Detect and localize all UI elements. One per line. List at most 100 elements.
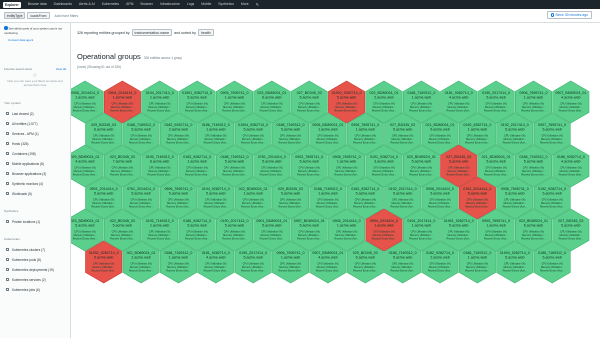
entity-metric-label: Receive Errors (Ave... [465, 205, 490, 208]
entity-name: 0904_2014414_0 [108, 91, 136, 95]
entity-metric-label: Receive Errors (Ave... [166, 205, 191, 208]
entity-metric-label: Receive Errors (Ave... [540, 269, 565, 272]
nav-tab-alerts-ai[interactable]: Alerts & AI [79, 0, 95, 9]
favorites-empty-state: ☆ Now you can save your filters as views … [6, 72, 64, 88]
entity-domain: 5.acme.web [300, 224, 319, 228]
entity-name: 022_BD89024_01 [127, 251, 156, 255]
sidebar-item[interactable]: Kubernetes clusters (7) [0, 245, 70, 255]
entity-metric-label: Receive Errors (Ave... [390, 269, 415, 272]
entity-domain: 5.acme.web [505, 256, 524, 260]
entity-domain: 5.acme.web [131, 192, 150, 196]
entity-domain: 1.acme.web [187, 160, 206, 164]
sidebar-item[interactable]: Last viewed (2) [0, 109, 70, 119]
entity-domain: 6.acme.web [524, 224, 543, 228]
entity-icon [6, 220, 9, 224]
entity-metric-label: Receive Errors (Ave... [204, 205, 229, 208]
entity-name: 01904_9282714_0 [238, 123, 268, 127]
entity-domain: 2.acme.web [131, 256, 150, 260]
nav-tab-mobile[interactable]: Mobile [201, 0, 211, 9]
entity-domain: 1.acme.web [524, 96, 543, 100]
sidebar-item-label: All entities (1,577) [12, 121, 38, 126]
filter-chip-entity-type[interactable]: entityType [4, 12, 26, 19]
edit-icon[interactable]: ✎ [256, 2, 259, 7]
nav-tab-dashboards[interactable]: Dashboards [54, 0, 72, 9]
entity-name: 0901_BD89024_01 [256, 219, 287, 223]
add-filter-input[interactable]: Add more filters [55, 14, 79, 18]
favorites-header: Favorite saved views View all [4, 67, 66, 71]
sidebar-item[interactable]: Kubernetes services (2) [0, 275, 70, 285]
entity-domain: 4.acme.web [75, 160, 94, 164]
time-picker[interactable]: Since 30 minutes ago [546, 11, 592, 19]
sidebar-item[interactable]: All entities (1,577) [0, 119, 70, 129]
entity-metric-label: Receive Errors (Ave... [353, 141, 378, 144]
entity-name: 0906_7695741_0 [501, 187, 529, 191]
entity-name: 0194_2017414_0 [407, 219, 435, 223]
entity-domain: 5.acme.web [356, 192, 375, 196]
sidebar-item[interactable]: Private locations (1) [0, 217, 70, 227]
sidebar-item[interactable]: Kubernetes pods (8) [0, 255, 70, 265]
entity-name: 0182_9282714_0 [164, 123, 192, 127]
entity-name: 0192_2017414_0 [389, 187, 417, 191]
nav-tab-logs[interactable]: Logs [187, 0, 194, 9]
entity-domain: 5.acme.web [449, 224, 468, 228]
entity-domain: 6.acme.web [262, 96, 281, 100]
connect-data-link[interactable]: Connect data agent [8, 38, 66, 42]
entity-name: 0188_7169312_0 [407, 91, 435, 95]
entity-domain: 5.acme.web [468, 192, 487, 196]
sidebar-item-label: Services - APM (1) [12, 131, 39, 136]
entity-domain: 5.acme.web [542, 256, 561, 260]
entity-icon [6, 112, 9, 116]
entity-name: 0192_7169312_0 [146, 219, 174, 223]
entity-domain: 2.acme.web [430, 256, 449, 260]
entity-domain: 5.acme.web [225, 224, 244, 228]
entity-domain: 1.acme.web [243, 192, 262, 196]
entity-metric-label: Receive Errors (Ave... [204, 269, 229, 272]
entity-metric-label: Receive Errors (Ave... [73, 173, 98, 176]
entity-name: 0761_2014414_0 [127, 187, 155, 191]
filter-chip-loads-from[interactable]: loadsFrom [27, 12, 50, 19]
entity-metric-label: Receive Errors (Ave... [409, 109, 434, 112]
nav-tab-explorer[interactable]: Explorer [3, 1, 21, 8]
sidebar-item[interactable]: Kubernetes jobs (6) [0, 285, 70, 295]
nav-tab-browser[interactable]: Browser [140, 0, 152, 9]
sidebar-item-label: Last viewed (2) [12, 111, 34, 116]
entity-metric-label: Receive Errors (Ave... [316, 269, 341, 272]
entity-domain: 1.acme.web [337, 224, 356, 228]
entity-metric-label: Receive Errors (Ave... [465, 269, 490, 272]
sidebar-item[interactable]: Mobile applications (8) [0, 159, 70, 169]
entity-name: 0188_7169312_0 [127, 123, 155, 127]
nav-tab-browse-data[interactable]: Browse data [28, 0, 47, 9]
entity-metric-label: Receive Errors (Ave... [447, 237, 472, 240]
sidebar-item-label: Kubernetes services (2) [12, 277, 46, 282]
entity-name: 01901_9282714_0 [182, 91, 212, 95]
sidebar-item[interactable]: Hosts (326) [0, 139, 70, 149]
entity-name: 0194_2017414_0 [146, 91, 174, 95]
sidebar-item[interactable]: Synthetic monitors (4) [0, 179, 70, 189]
nav-tab-kubernetes[interactable]: Kubernetes [102, 0, 119, 9]
entity-metric-label: Receive Errors (Ave... [334, 109, 359, 112]
sidebar-item[interactable]: Kubernetes deployments (19) [0, 265, 70, 275]
star-icon: ☆ [32, 72, 38, 79]
entity-domain: 2.acme.web [169, 128, 188, 132]
sidebar-item[interactable]: Workloads (6) [0, 189, 70, 199]
nav-tab-apm[interactable]: APM [126, 0, 133, 9]
entity-name: 0905_7695741_0 [482, 219, 510, 223]
entity-metric-label: Receive Errors (Ave... [241, 141, 266, 144]
entity-metric-label: Receive Errors (Ave... [204, 141, 229, 144]
sidebar-item[interactable]: Browser applications (3) [0, 169, 70, 179]
view-all-link[interactable]: View all [56, 67, 66, 71]
entity-domain: 5.acme.web [524, 160, 543, 164]
entity-domain: 1.acme.web [281, 256, 300, 260]
nav-tab-more[interactable]: More [241, 0, 249, 9]
nav-tab-infrastructure[interactable]: Infrastructure [160, 0, 180, 9]
sidebar-item[interactable]: Services - APM (1) [0, 129, 70, 139]
sidebar-item[interactable]: Containers (198) [0, 149, 70, 159]
entity-name: 021_BD89024_01 [482, 155, 511, 159]
entity-name: 022_BD345_03 [110, 219, 135, 223]
your-system-label: Your system [4, 100, 21, 105]
nav-tab-synthetics[interactable]: Synthetics [218, 0, 234, 9]
entity-icon [6, 182, 9, 186]
entity-icon [6, 192, 9, 196]
entity-domain: 5.acme.web [300, 160, 319, 164]
entity-metric-label: Receive Errors (Ave... [559, 237, 584, 240]
